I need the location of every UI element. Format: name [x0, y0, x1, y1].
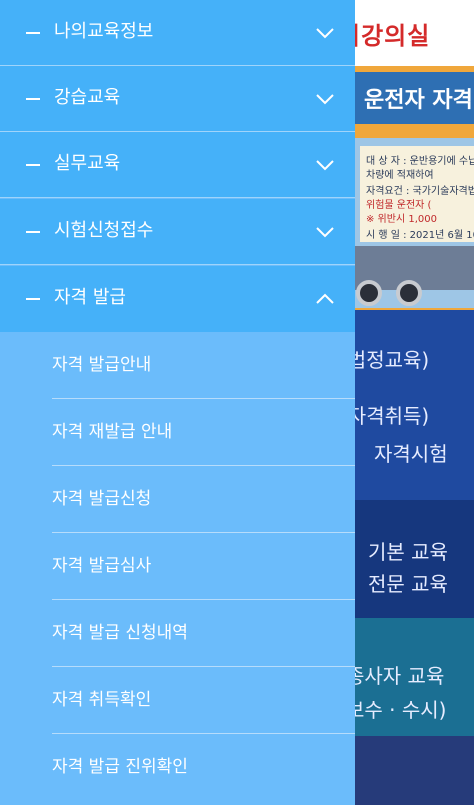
dash-icon	[26, 298, 40, 300]
submenu-item-label: 자격 발급신청	[52, 489, 152, 509]
menu-item-practical-education[interactable]: 실무교육	[0, 132, 355, 198]
bg-line: 기본 교육	[368, 540, 448, 564]
poster-line: ※ 위반시 1,000	[366, 214, 437, 225]
submenu-item-label: 자격 발급 진위확인	[52, 757, 188, 777]
submenu-license-issuance: 자격 발급안내 자격 재발급 안내 자격 발급신청 자격 발급심사 자격 발급 …	[0, 332, 355, 805]
menu-item-my-education[interactable]: 나의교육정보	[0, 0, 355, 66]
submenu-item-label: 자격 재발급 안내	[52, 422, 173, 442]
bg-line: 보수 · 수시)	[346, 698, 447, 722]
submenu-item-issuance-review[interactable]: 자격 발급심사	[0, 533, 355, 600]
menu-item-label: 나의교육정보	[54, 21, 154, 42]
submenu-item-reissuance-guide[interactable]: 자격 재발급 안내	[0, 399, 355, 466]
banner-strip: 운전자 자격	[340, 72, 474, 124]
bg-line: 종사자 교육	[346, 664, 445, 688]
menu-item-label: 실무교육	[54, 153, 121, 174]
menu-item-label: 시험신청접수	[54, 220, 154, 241]
poster-line: 대 상 자 : 운반용기에 수납	[366, 156, 474, 167]
menu-item-exam-application[interactable]: 시험신청접수	[0, 199, 355, 265]
chevron-up-icon[interactable]	[315, 289, 335, 309]
nav-drawer: 나의교육정보 강습교육 실무교육 시험신청접수 자격 발급 자격 발급안내 자격…	[0, 0, 355, 805]
chevron-down-icon[interactable]	[315, 89, 335, 109]
chevron-down-icon[interactable]	[315, 222, 335, 242]
menu-item-lecture-education[interactable]: 강습교육	[0, 66, 355, 132]
submenu-item-application-history[interactable]: 자격 발급 신청내역	[0, 600, 355, 667]
submenu-item-label: 자격 취득확인	[52, 690, 152, 710]
poster-line: 시 행 일 : 2021년 6월 10일	[366, 230, 474, 241]
submenu-item-label: 자격 발급안내	[52, 355, 152, 375]
dash-icon	[26, 164, 40, 166]
submenu-item-label: 자격 발급 신청내역	[52, 623, 188, 643]
dash-icon	[26, 98, 40, 100]
chevron-down-icon[interactable]	[315, 155, 335, 175]
poster-line: 위험물 운전자 (	[366, 200, 432, 211]
truck-wheel	[356, 280, 382, 306]
dash-icon	[26, 32, 40, 34]
submenu-item-authenticity-check[interactable]: 자격 발급 진위확인	[0, 734, 355, 801]
menu-item-license-issuance[interactable]: 자격 발급	[0, 266, 355, 332]
truck-wheel	[396, 280, 422, 306]
poster-line: 차량에 적재하여	[366, 170, 434, 181]
submenu-item-acquisition-check[interactable]: 자격 취득확인	[0, 667, 355, 734]
menu-item-label: 자격 발급	[54, 287, 126, 308]
bg-line: 전문 교육	[368, 572, 448, 596]
chevron-down-icon[interactable]	[315, 23, 335, 43]
menu-item-label: 강습교육	[54, 87, 121, 108]
submenu-item-label: 자격 발급심사	[52, 556, 152, 576]
banner-poster: 대 상 자 : 운반용기에 수납 차량에 적재하여 자격요건 : 국가기술자격법…	[352, 138, 474, 308]
submenu-item-issuance-application[interactable]: 자격 발급신청	[0, 466, 355, 533]
submenu-item-issuance-guide[interactable]: 자격 발급안내	[0, 332, 355, 399]
poster-line: 자격요건 : 국가기술자격법	[366, 186, 474, 197]
dash-icon	[26, 231, 40, 233]
bg-line: 자격시험	[374, 442, 448, 466]
banner-title: 운전자 자격	[364, 88, 473, 113]
